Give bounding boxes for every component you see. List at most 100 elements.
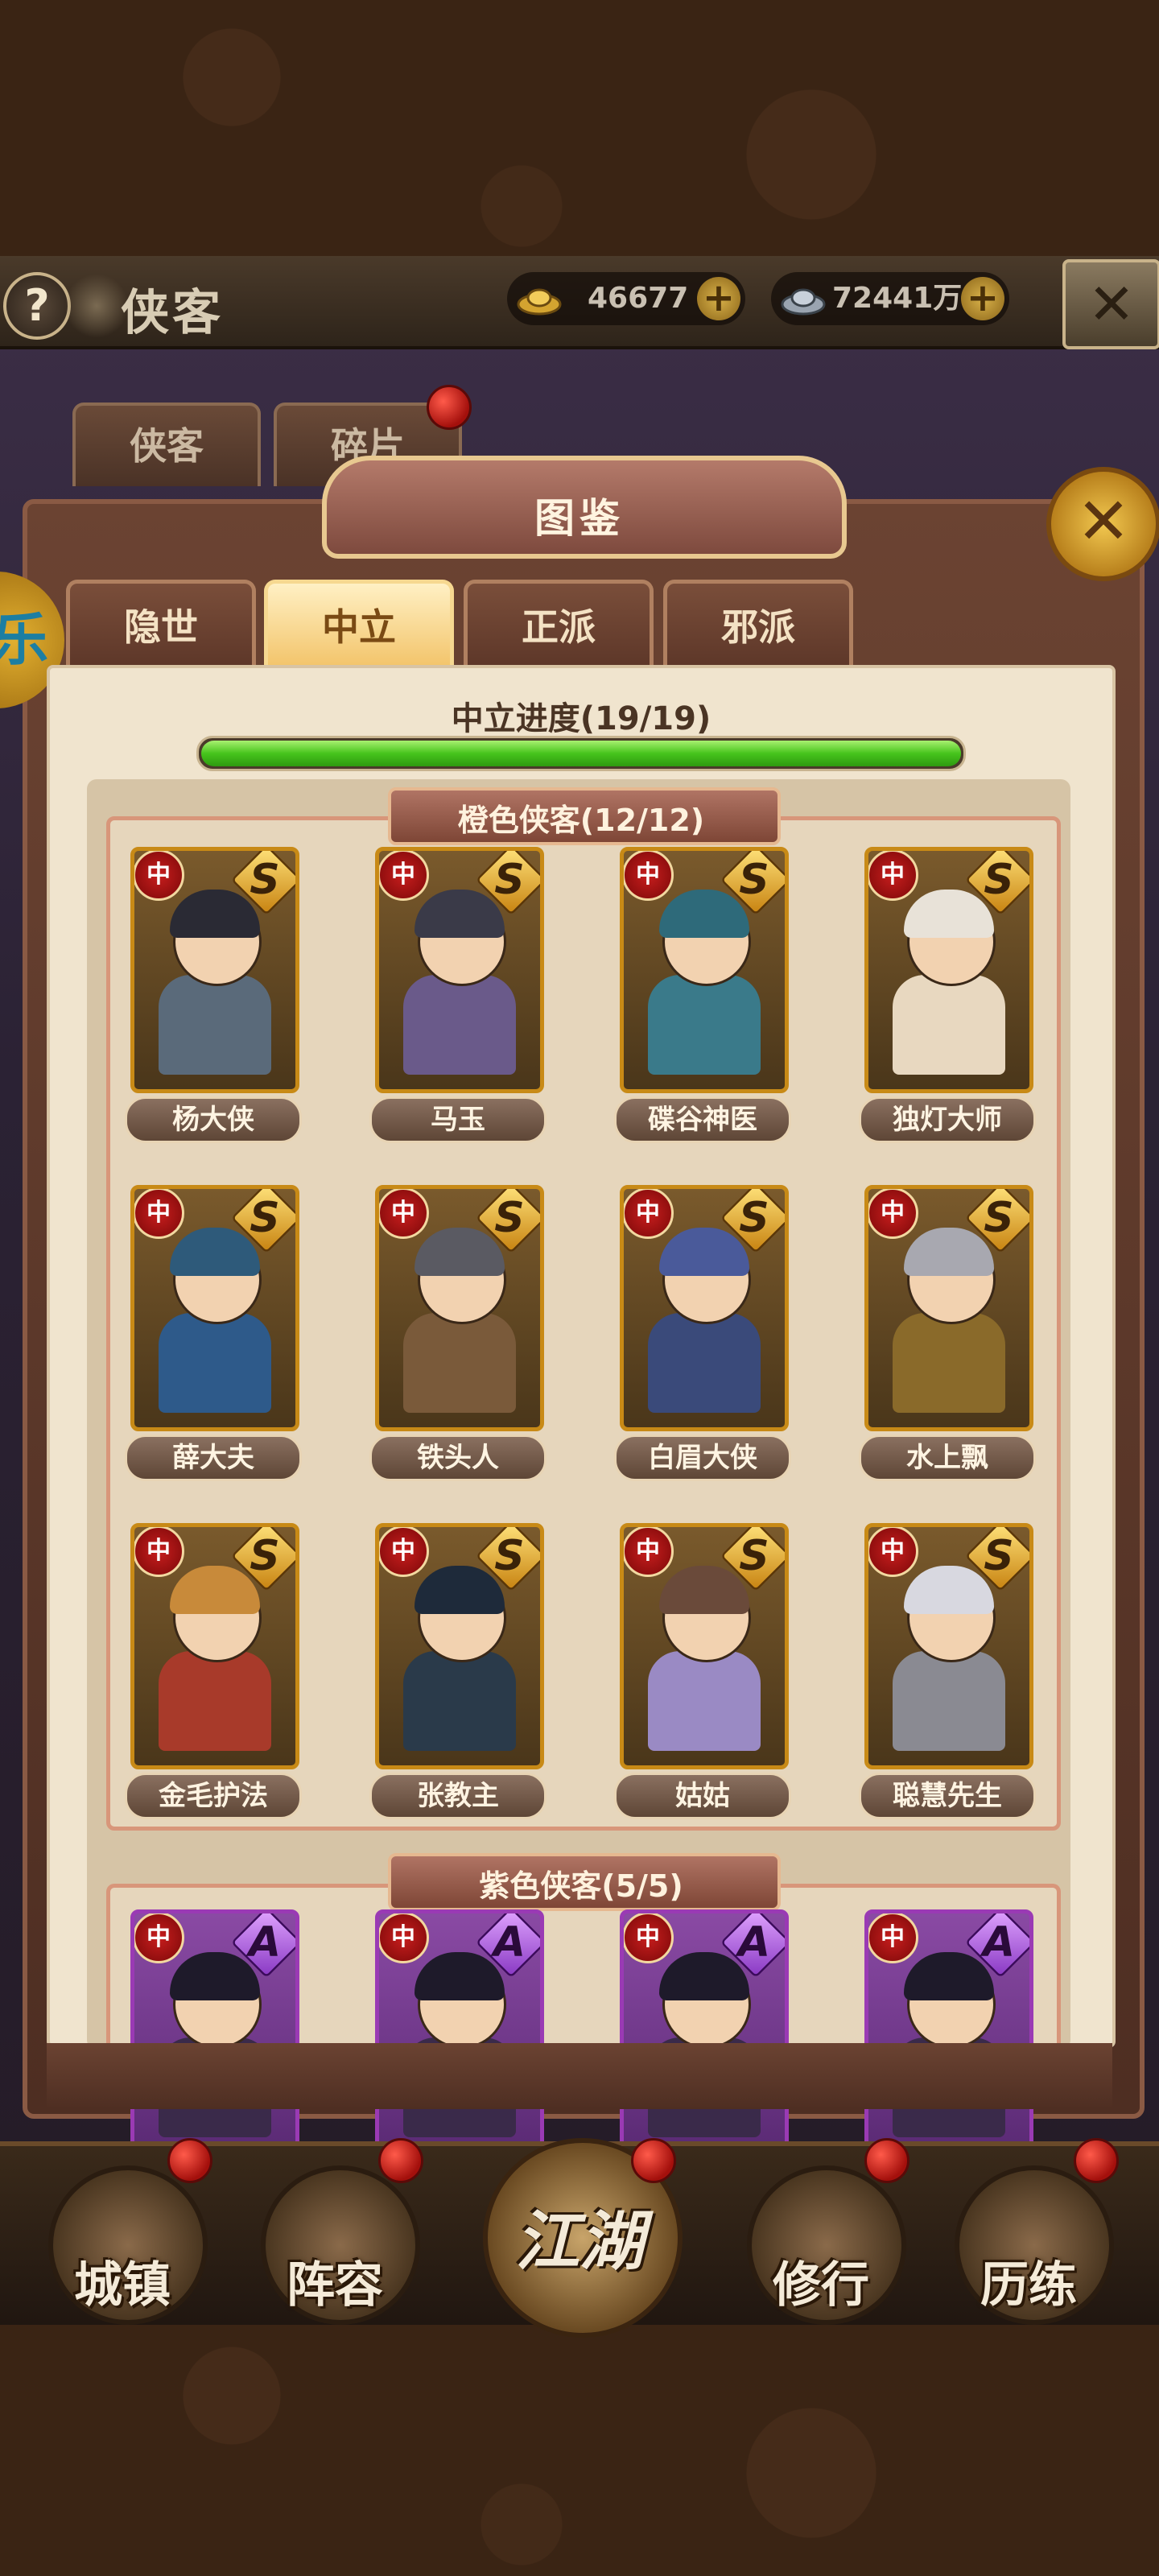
question-mark-icon[interactable]: ? — [3, 272, 71, 340]
faction-seal-icon: 中 — [134, 1527, 184, 1577]
hero-name: 独灯大师 — [859, 1096, 1036, 1143]
silver-ingot-icon — [781, 288, 826, 316]
hero-portrait — [893, 890, 1005, 1075]
grade-label: A — [248, 1918, 282, 1967]
hero-card[interactable]: 中A — [620, 1909, 789, 2156]
faction-seal-icon: 中 — [379, 851, 429, 901]
faction-seal-icon: 中 — [379, 1189, 429, 1239]
notification-dot — [631, 2138, 676, 2183]
hero-portrait — [893, 1566, 1005, 1751]
hero-body — [159, 1313, 271, 1413]
hero-portrait — [403, 1228, 516, 1413]
notification-dot — [167, 2138, 212, 2183]
hero-card[interactable]: 中S — [620, 1523, 789, 1769]
hero-body — [648, 1651, 761, 1751]
tab-hidden-faction[interactable]: 隐世 — [66, 580, 256, 671]
faction-seal-icon: 中 — [134, 851, 184, 901]
hero-card[interactable]: 中S — [130, 1185, 299, 1431]
hero-card[interactable]: 中S — [620, 1185, 789, 1431]
close-page-icon[interactable]: ✕ — [1062, 259, 1159, 349]
faction-seal-icon: 中 — [868, 1189, 918, 1239]
hero-card[interactable]: 中A — [375, 1909, 544, 2156]
orange-section-title: 橙色侠客(12/12) — [457, 803, 705, 838]
page-title: 侠客 — [121, 285, 224, 341]
progress-fill — [201, 741, 961, 766]
grade-label: S — [494, 1194, 525, 1242]
hero-body — [159, 1651, 271, 1751]
hero-body — [893, 1313, 1005, 1413]
notification-dot — [864, 2138, 909, 2183]
hero-card[interactable]: 中S — [130, 847, 299, 1093]
grade-label: S — [250, 856, 280, 904]
faction-seal-icon: 中 — [134, 1913, 184, 1963]
grade-label: A — [737, 1918, 771, 1967]
hero-portrait — [159, 1566, 271, 1751]
grade-label: S — [739, 856, 769, 904]
grade-label: S — [494, 856, 525, 904]
hero-portrait — [648, 1566, 761, 1751]
add-gold-button[interactable]: + — [697, 277, 740, 320]
tab-heroes[interactable]: 侠客 — [72, 402, 261, 486]
notification-dot — [427, 385, 472, 430]
tab-righteous-faction[interactable]: 正派 — [464, 580, 654, 671]
hero-name: 水上飘 — [859, 1435, 1036, 1481]
close-panel-icon[interactable]: ✕ — [1046, 467, 1159, 581]
progress-bar — [196, 736, 966, 771]
hero-card[interactable]: 中S — [130, 1523, 299, 1769]
nav-trials-label: 历练 — [980, 2257, 1077, 2314]
gold-currency: 46677 + — [507, 272, 745, 325]
grade-label: A — [493, 1918, 526, 1967]
hero-card[interactable]: 中S — [864, 1523, 1033, 1769]
hero-card[interactable]: 中S — [375, 847, 544, 1093]
faction-seal-icon: 中 — [868, 1913, 918, 1963]
tab-evil-faction[interactable]: 邪派 — [663, 580, 853, 671]
panel-bottom-edge — [47, 2043, 1112, 2109]
tab-neutral-faction[interactable]: 中立 — [264, 580, 454, 671]
hero-card[interactable]: 中S — [864, 847, 1033, 1093]
notification-dot — [378, 2138, 423, 2183]
silver-currency: 72441万 + — [771, 272, 1009, 325]
hero-portrait — [159, 1228, 271, 1413]
hero-name: 铁头人 — [369, 1435, 547, 1481]
nav-town-label: 城镇 — [74, 2257, 171, 2314]
nav-lineup-label: 阵容 — [287, 2257, 383, 2314]
hero-name: 白眉大侠 — [614, 1435, 791, 1481]
hero-portrait — [159, 890, 271, 1075]
purple-section-title: 紫色侠客(5/5) — [479, 1868, 683, 1904]
grade-label: S — [494, 1532, 525, 1580]
hero-body — [648, 975, 761, 1075]
top-background — [0, 0, 1159, 258]
hero-portrait — [403, 1566, 516, 1751]
hero-portrait — [648, 890, 761, 1075]
hero-card[interactable]: 中S — [375, 1185, 544, 1431]
faction-seal-icon: 中 — [868, 1527, 918, 1577]
panel-title: 图鉴 — [534, 495, 625, 542]
grade-label: A — [982, 1918, 1016, 1967]
faction-seal-icon: 中 — [624, 1527, 674, 1577]
hero-body — [159, 975, 271, 1075]
hero-body — [893, 1651, 1005, 1751]
grade-label: S — [984, 1532, 1014, 1580]
hero-name: 薛大夫 — [125, 1435, 302, 1481]
hero-body — [403, 1651, 516, 1751]
hero-card[interactable]: 中S — [864, 1185, 1033, 1431]
add-silver-button[interactable]: + — [961, 277, 1004, 320]
grade-label: S — [250, 1194, 280, 1242]
hero-card[interactable]: 中A — [864, 1909, 1033, 2156]
hero-card[interactable]: 中A — [130, 1909, 299, 2156]
hero-name: 碟谷神医 — [614, 1096, 791, 1143]
hero-name: 金毛护法 — [125, 1773, 302, 1819]
hero-card[interactable]: 中S — [375, 1523, 544, 1769]
hero-card[interactable]: 中S — [620, 847, 789, 1093]
grade-label: S — [739, 1194, 769, 1242]
nav-training-label: 修行 — [773, 2257, 869, 2314]
grade-label: S — [984, 1194, 1014, 1242]
bottom-background — [0, 2318, 1159, 2576]
hero-name: 张教主 — [369, 1773, 547, 1819]
grade-label: S — [250, 1532, 280, 1580]
hero-body — [403, 975, 516, 1075]
progress-label: 中立进度(19/19) — [451, 700, 711, 737]
hero-portrait — [403, 890, 516, 1075]
faction-seal-icon: 中 — [868, 851, 918, 901]
hero-portrait — [648, 1228, 761, 1413]
